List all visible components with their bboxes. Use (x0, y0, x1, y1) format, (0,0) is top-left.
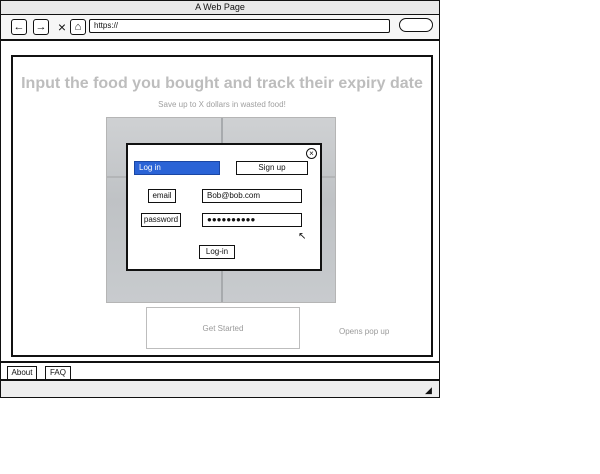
window-titlebar: A Web Page (1, 1, 439, 15)
mouse-cursor-icon: ↖ (298, 231, 307, 242)
resize-grip-icon[interactable]: ◢ (425, 385, 435, 395)
get-started-button[interactable]: Get Started (146, 307, 300, 349)
email-field[interactable]: Bob@bob.com (202, 189, 302, 203)
url-text: https:// (94, 21, 119, 30)
login-modal: × Log in Sign up email Bob@bob.com passw… (126, 143, 322, 271)
search-input[interactable] (399, 18, 433, 32)
footer-link-about[interactable]: About (7, 366, 37, 380)
password-field[interactable]: ●●●●●●●●●● (202, 213, 302, 227)
tab-sign-up[interactable]: Sign up (236, 161, 308, 175)
email-label: email (148, 189, 176, 203)
footer-link-faq[interactable]: FAQ (45, 366, 71, 380)
cta-note: Opens pop up (339, 327, 390, 336)
url-bar[interactable]: https:// (89, 19, 390, 33)
status-bar: ◢ (1, 379, 439, 397)
page-subtitle: Save up to X dollars in wasted food! (158, 100, 286, 109)
window-title: A Web Page (195, 2, 245, 12)
page-title: Input the food you bought and track thei… (21, 75, 423, 92)
footer-divider (1, 361, 439, 363)
close-icon[interactable]: × (54, 19, 70, 35)
tab-log-in[interactable]: Log in (134, 161, 220, 175)
page-content: Input the food you bought and track thei… (11, 55, 433, 357)
close-icon[interactable]: × (306, 148, 317, 159)
browser-toolbar: ← → × ⌂ https:// (1, 15, 439, 41)
arrow-left-icon[interactable]: ← (11, 19, 27, 35)
arrow-right-icon[interactable]: → (33, 19, 49, 35)
password-label: password (141, 213, 181, 227)
log-in-button[interactable]: Log-in (199, 245, 235, 259)
home-icon[interactable]: ⌂ (70, 19, 86, 35)
browser-window: A Web Page ← → × ⌂ https:// Input the fo… (0, 0, 440, 398)
